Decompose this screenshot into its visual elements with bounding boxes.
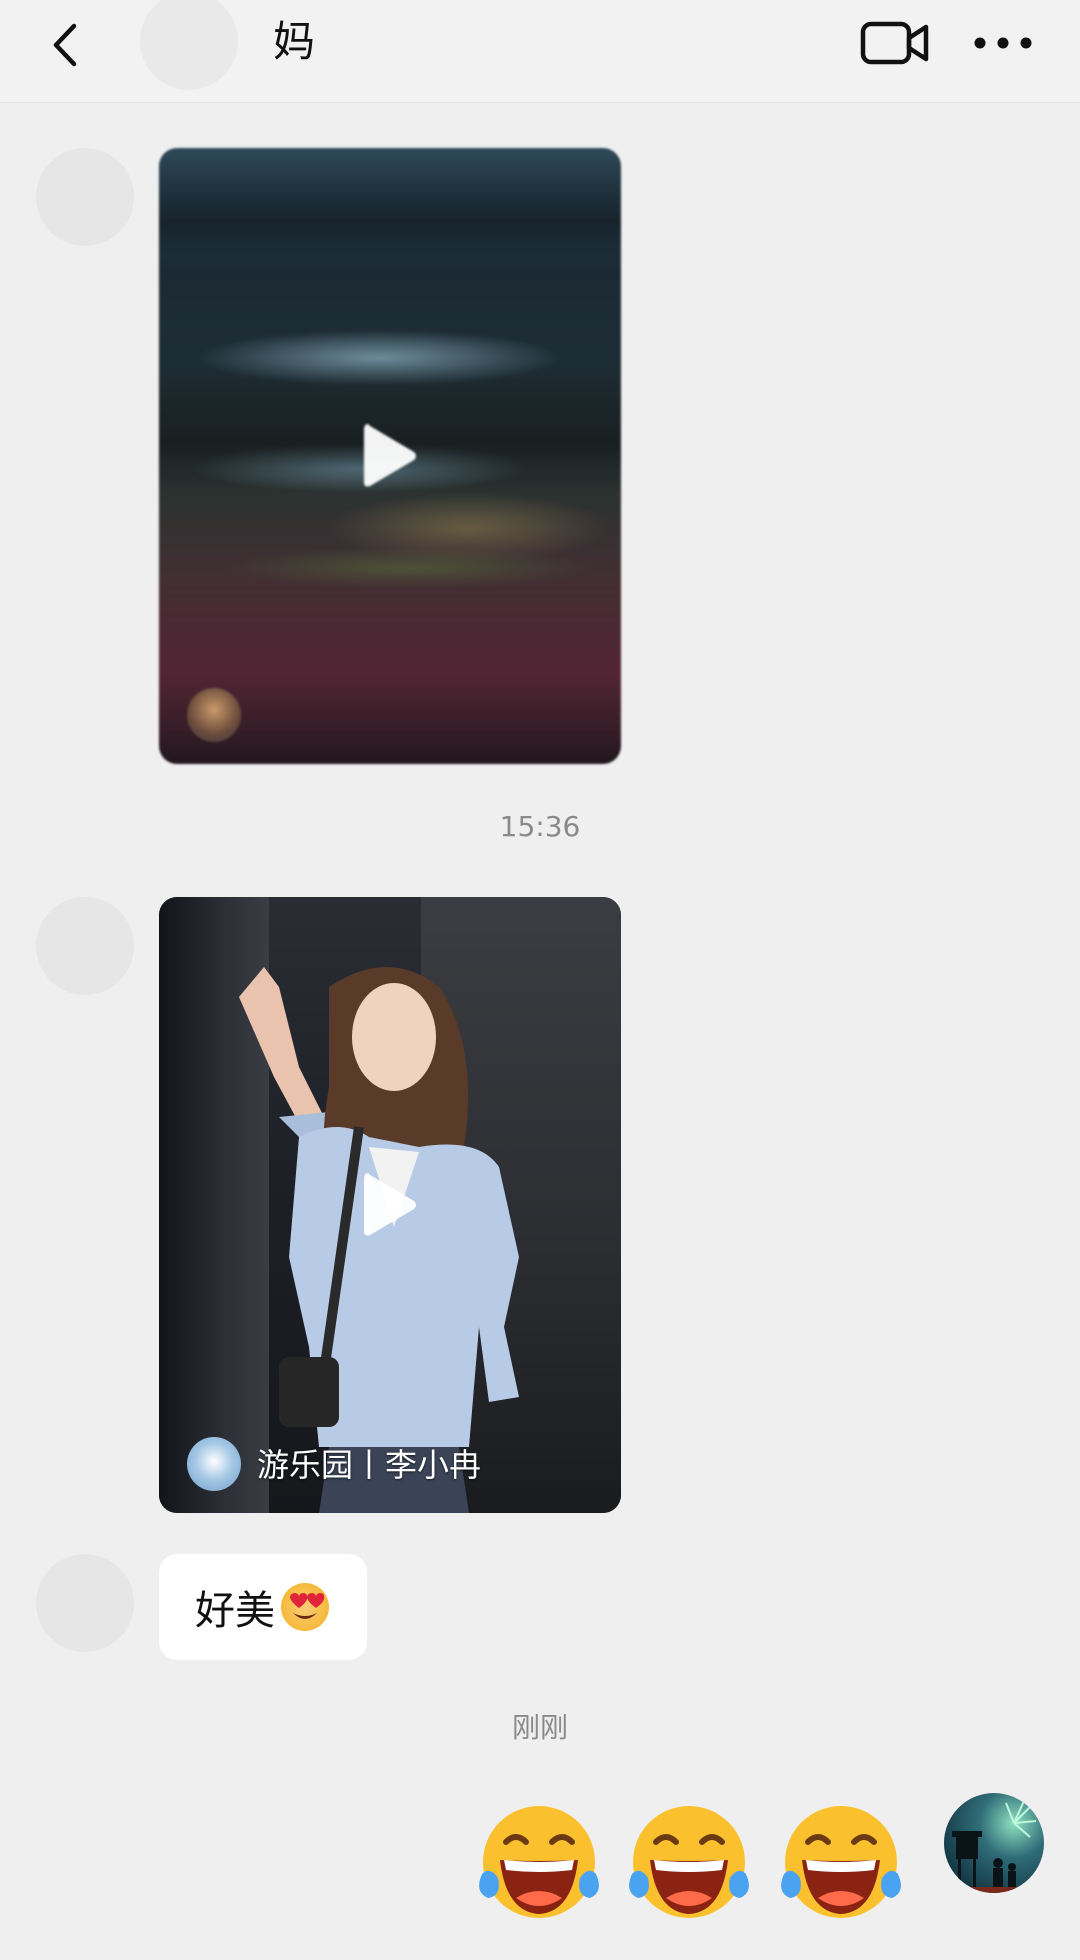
tears-of-joy-emoji-icon [781,1806,901,1918]
text-message-bubble[interactable]: 好美 [159,1554,367,1660]
video-author-avatar [187,688,241,742]
header-avatar[interactable] [140,0,238,90]
video-camera-icon[interactable] [860,18,930,68]
sender-avatar[interactable] [36,1554,134,1652]
video-author-name: 游乐园丨李小冉 [257,1446,482,1484]
more-dots-icon[interactable] [972,28,1034,58]
play-icon[interactable] [360,1169,420,1241]
heart-eyes-emoji-icon [281,1583,329,1631]
video-message[interactable]: 游乐园丨李小冉 [159,897,621,1513]
tears-of-joy-emoji-icon [479,1806,599,1918]
video-message[interactable] [159,148,621,764]
tears-of-joy-emoji-icon [629,1806,749,1918]
chevron-left-icon[interactable] [46,20,86,70]
emoji-message[interactable] [472,1800,920,1930]
avatar-image [944,1800,1044,1893]
chat-header: 妈 [0,0,1080,103]
message-text: 好美 [195,1588,275,1634]
video-author-avatar [187,1437,241,1491]
chat-title: 妈 [273,17,316,66]
timestamp: 刚刚 [511,1711,568,1744]
play-icon[interactable] [360,420,420,492]
sender-avatar[interactable] [36,148,134,246]
timestamp: 15:36 [499,810,581,843]
sender-avatar[interactable] [36,897,134,995]
my-avatar[interactable] [944,1793,1044,1893]
